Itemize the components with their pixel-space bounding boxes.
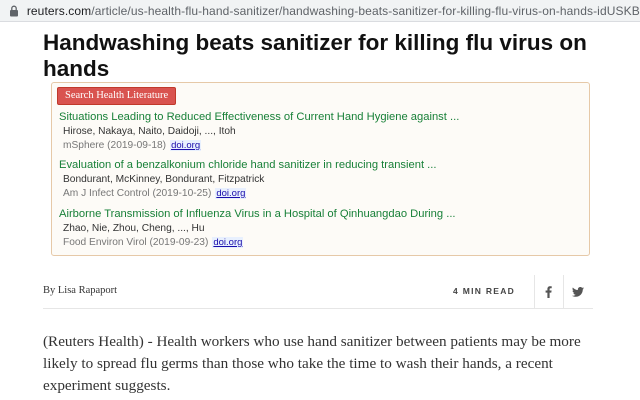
paper-journal-date: Food Environ Virol (2019-09-23) [63,237,209,248]
paper-journal-date: mSphere (2019-09-18) [63,140,167,151]
url-path: /article/us-health-flu-hand-sanitizer/ha… [91,3,640,18]
url-text[interactable]: reuters.com/article/us-health-flu-hand-s… [27,4,640,18]
paper-item: Airborne Transmission of Influenza Virus… [59,207,584,249]
read-time: 4 MIN READ [453,286,516,296]
search-health-literature-button[interactable]: Search Health Literature [57,87,177,105]
lock-icon[interactable] [8,4,21,18]
article-body: (Reuters Health) - Health workers who us… [43,333,581,394]
article-headline: Handwashing beats sanitizer for killing … [43,30,587,81]
paper-meta: Food Environ Virol (2019-09-23) doi.org [59,236,584,249]
byline-row: By Lisa Rapaport 4 MIN READ [43,275,593,309]
paper-authors: Hirose, Nakaya, Naito, Daidoji, ..., Ito… [63,126,236,137]
paper-meta: mSphere (2019-09-18) doi.org [59,139,584,152]
doi-link[interactable]: doi.org [212,237,244,248]
paper-title-link[interactable]: Airborne Transmission of Influenza Virus… [59,207,584,221]
paper-item: Evaluation of a benzalkonium chloride ha… [59,158,584,200]
doi-link[interactable]: doi.org [215,188,247,199]
twitter-icon[interactable] [563,275,591,309]
url-host: reuters.com [26,3,92,18]
facebook-icon[interactable] [534,275,562,309]
paper-journal-date: Am J Infect Control (2019-10-25) [63,188,212,199]
paper-meta: Am J Infect Control (2019-10-25) doi.org [59,187,584,200]
paper-authors: Bondurant, McKinney, Bondurant, Fitzpatr… [63,174,265,185]
author-byline[interactable]: By Lisa Rapaport [43,285,117,296]
doi-link[interactable]: doi.org [170,140,202,151]
paper-title-link[interactable]: Situations Leading to Reduced Effectiven… [59,110,584,124]
paper-authors: Zhao, Nie, Zhou, Cheng, ..., Hu [63,223,205,234]
paper-title-link[interactable]: Evaluation of a benzalkonium chloride ha… [59,158,584,172]
health-literature-panel: Search Health Literature Situations Lead… [51,82,590,256]
paper-item: Situations Leading to Reduced Effectiven… [59,110,584,152]
address-bar[interactable]: reuters.com/article/us-health-flu-hand-s… [0,0,640,22]
